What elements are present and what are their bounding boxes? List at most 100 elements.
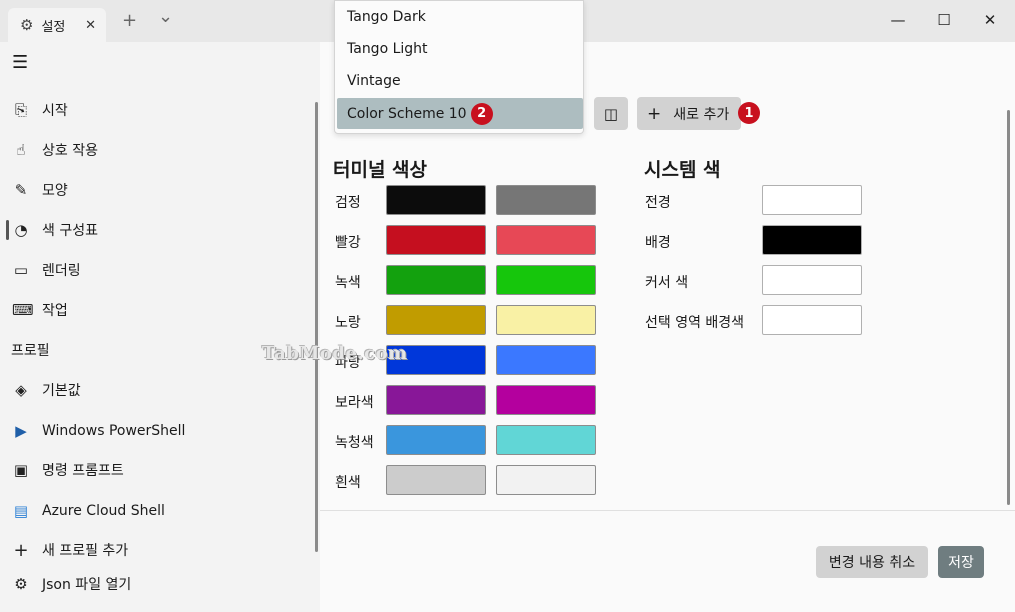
- swatch-red[interactable]: [386, 225, 486, 255]
- sidebar-item-label: 명령 프롬프트: [42, 463, 124, 479]
- footer-divider: [320, 510, 1015, 511]
- startup-icon: ⎘: [14, 101, 27, 119]
- hamburger-menu-icon[interactable]: ☰: [12, 52, 28, 73]
- swatch-bright-yellow[interactable]: [496, 305, 596, 335]
- dropdown-option[interactable]: Vintage: [335, 65, 583, 97]
- swatch-bright-green[interactable]: [496, 265, 596, 295]
- save-button[interactable]: 저장: [938, 546, 984, 578]
- close-tab-icon[interactable]: ✕: [85, 18, 96, 33]
- swatch-cyan[interactable]: [386, 425, 486, 455]
- sidebar-item-defaults[interactable]: ◈ 기본값: [12, 378, 81, 402]
- tab-title: 설정: [41, 19, 66, 35]
- color-label-black: 검정: [335, 195, 361, 211]
- color-label-cyan: 녹청색: [335, 435, 374, 451]
- sidebar: ☰ ⎘ 시작 ☝ 상호 작용 ✎ 모양 ◔ 색 구성표 ▭ 렌더링 ⌨ 작업 프…: [0, 42, 320, 612]
- powershell-icon: ▶: [15, 422, 27, 440]
- dropdown-option-selected[interactable]: Color Scheme 10 2: [337, 98, 583, 129]
- sidebar-item-label: Azure Cloud Shell: [42, 503, 165, 519]
- palette-icon: ◔: [14, 221, 28, 239]
- brush-icon: ✎: [14, 181, 28, 199]
- close-window-icon[interactable]: ✕: [978, 8, 1002, 32]
- sidebar-item-open-json[interactable]: ⚙ Json 파일 열기: [12, 572, 131, 596]
- book-icon: ◫: [603, 104, 619, 123]
- sidebar-item-appearance[interactable]: ✎ 모양: [12, 178, 68, 202]
- swatch-bright-cyan[interactable]: [496, 425, 596, 455]
- color-label-green: 녹색: [335, 275, 361, 291]
- swatch-background[interactable]: [762, 225, 862, 255]
- sidebar-item-rendering[interactable]: ▭ 렌더링: [12, 258, 81, 282]
- sidebar-item-label: 시작: [42, 103, 68, 119]
- swatch-bright-red[interactable]: [496, 225, 596, 255]
- swatch-bright-purple[interactable]: [496, 385, 596, 415]
- swatch-yellow[interactable]: [386, 305, 486, 335]
- selected-scheme-label: Color Scheme 10: [347, 105, 467, 122]
- sidebar-item-label: Windows PowerShell: [42, 423, 186, 439]
- dropdown-option[interactable]: Tango Light: [335, 33, 583, 65]
- system-label-cursor: 커서 색: [645, 275, 689, 291]
- sidebar-item-startup[interactable]: ⎘ 시작: [12, 98, 68, 122]
- dropdown-option[interactable]: Tango Dark: [335, 1, 583, 33]
- plus-icon: +: [647, 103, 662, 124]
- swatch-cursor[interactable]: [762, 265, 862, 295]
- sidebar-item-actions[interactable]: ⌨ 작업: [12, 298, 68, 322]
- sidebar-item-label: 새 프로필 추가: [42, 543, 129, 559]
- color-label-red: 빨강: [335, 235, 361, 251]
- color-scheme-dropdown[interactable]: Tango Dark Tango Light Vintage Color Sch…: [334, 0, 584, 134]
- monitor-icon: ▭: [13, 261, 29, 279]
- swatch-selection-background[interactable]: [762, 305, 862, 335]
- sidebar-item-add-profile[interactable]: + 새 프로필 추가: [12, 538, 128, 562]
- sidebar-item-label: 색 구성표: [42, 223, 98, 239]
- swatch-foreground[interactable]: [762, 185, 862, 215]
- plus-icon: +: [13, 539, 29, 561]
- interaction-icon: ☝: [16, 141, 26, 159]
- add-new-label: 새로 추가: [673, 106, 730, 123]
- azure-icon: ▤: [13, 502, 29, 520]
- system-label-foreground: 전경: [645, 195, 671, 211]
- step-badge-2: 2: [470, 102, 493, 125]
- sidebar-item-label: 상호 작용: [42, 143, 98, 159]
- watermark: TabMode.com: [262, 343, 408, 364]
- sidebar-item-label: 모양: [42, 183, 68, 199]
- terminal-colors-heading: 터미널 색상: [333, 159, 428, 181]
- sidebar-item-powershell[interactable]: ▶ Windows PowerShell: [12, 419, 185, 443]
- sidebar-item-interaction[interactable]: ☝ 상호 작용: [12, 138, 98, 162]
- settings-tab[interactable]: ⚙ 설정 ✕: [8, 8, 106, 42]
- chevron-down-icon[interactable]: ⌄: [158, 6, 173, 27]
- minimize-icon[interactable]: —: [886, 8, 910, 32]
- sidebar-item-color-schemes[interactable]: ◔ 색 구성표: [12, 218, 98, 242]
- swatch-purple[interactable]: [386, 385, 486, 415]
- profiles-section-title: 프로필: [11, 343, 50, 359]
- discard-changes-button[interactable]: 변경 내용 취소: [816, 546, 928, 578]
- maximize-icon[interactable]: ☐: [932, 8, 956, 32]
- step-badge-1: 1: [738, 102, 760, 124]
- gear-icon: ⚙: [20, 16, 34, 34]
- new-tab-icon[interactable]: +: [122, 10, 137, 31]
- system-label-background: 배경: [645, 235, 671, 251]
- sidebar-item-label: 렌더링: [42, 263, 81, 279]
- color-label-yellow: 노랑: [335, 315, 361, 331]
- cmd-icon: ▣: [13, 461, 29, 479]
- keyboard-icon: ⌨: [12, 301, 34, 319]
- add-new-scheme-button[interactable]: + 새로 추가: [637, 97, 741, 130]
- swatch-bright-blue[interactable]: [496, 345, 596, 375]
- swatch-black[interactable]: [386, 185, 486, 215]
- system-colors-heading: 시스템 색: [644, 159, 721, 181]
- sidebar-item-label: Json 파일 열기: [42, 577, 132, 593]
- main-scrollbar[interactable]: [1007, 110, 1010, 505]
- sidebar-item-label: 작업: [42, 303, 68, 319]
- swatch-white[interactable]: [386, 465, 486, 495]
- gear-icon: ⚙: [14, 575, 28, 593]
- swatch-green[interactable]: [386, 265, 486, 295]
- active-indicator: [6, 220, 9, 240]
- swatch-bright-white[interactable]: [496, 465, 596, 495]
- system-label-selection: 선택 영역 배경색: [645, 315, 745, 331]
- rename-scheme-button[interactable]: ◫: [594, 97, 628, 130]
- swatch-bright-black[interactable]: [496, 185, 596, 215]
- layers-icon: ◈: [15, 381, 27, 399]
- color-label-white: 흰색: [335, 475, 361, 491]
- sidebar-item-cmd[interactable]: ▣ 명령 프롬프트: [12, 458, 124, 482]
- color-label-purple: 보라색: [335, 395, 374, 411]
- sidebar-item-azure[interactable]: ▤ Azure Cloud Shell: [12, 499, 165, 523]
- sidebar-item-label: 기본값: [42, 383, 81, 399]
- sidebar-scrollbar[interactable]: [315, 102, 318, 552]
